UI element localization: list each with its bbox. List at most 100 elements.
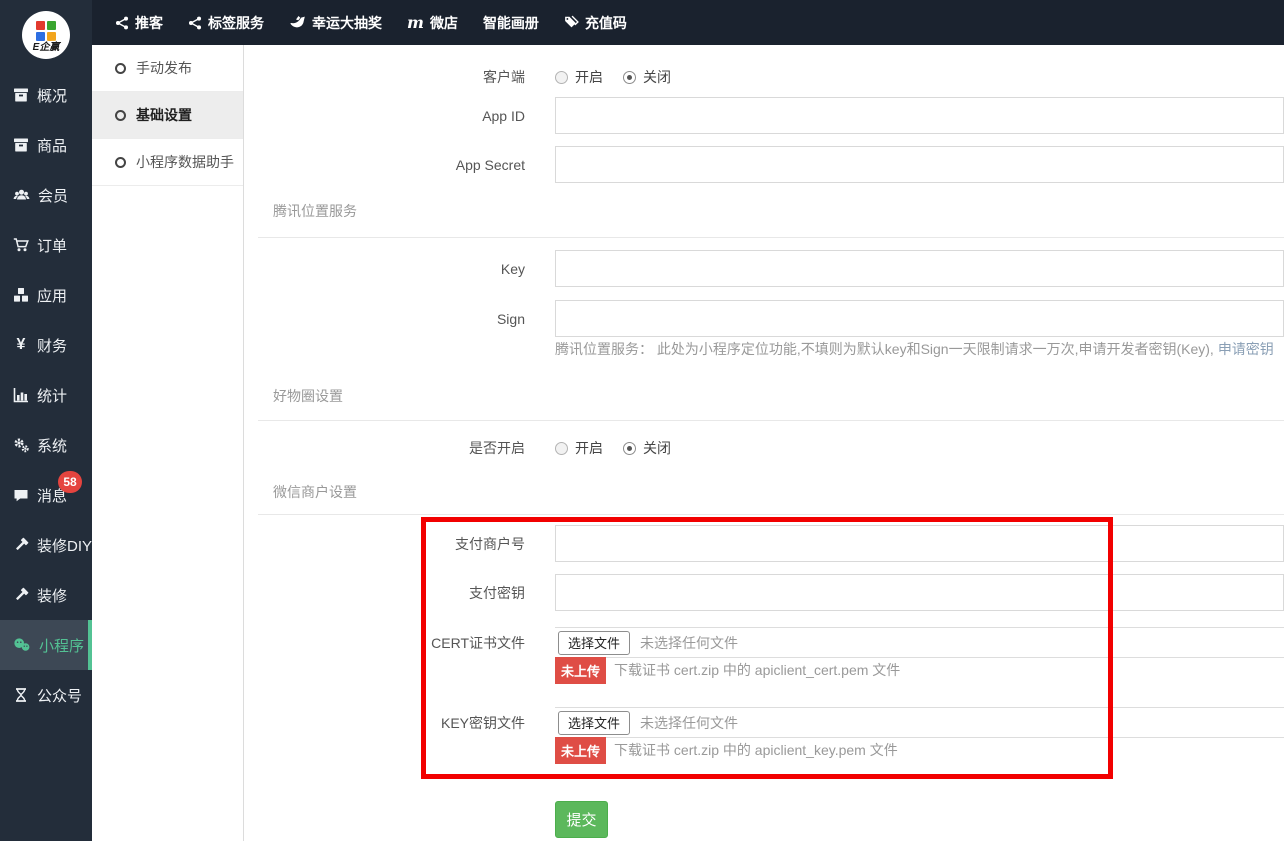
radio-checked-icon[interactable] <box>623 442 636 455</box>
sidebar-item-label: 订单 <box>37 235 67 256</box>
users-icon <box>13 187 30 203</box>
app-id-input[interactable] <box>555 97 1284 134</box>
sidebar-item-decorate[interactable]: 装修 <box>0 570 92 620</box>
cert-choose-file-button[interactable]: 选择文件 <box>558 631 630 655</box>
submenu-label: 基础设置 <box>136 105 192 125</box>
radio-unchecked-icon[interactable] <box>555 442 568 455</box>
yen-icon: ¥ <box>13 336 29 354</box>
circle-o-icon <box>115 157 126 168</box>
sign-label: Sign <box>244 311 525 327</box>
sidebar-item-label: 财务 <box>37 335 67 356</box>
enable-on-option[interactable]: 开启 <box>555 438 603 458</box>
key-download-hint: 下载证书 cert.zip 中的 apiclient_key.pem 文件 <box>614 740 898 760</box>
client-off-option[interactable]: 关闭 <box>623 67 671 87</box>
topnav-label: 幸运大抽奖 <box>312 13 382 33</box>
circle-o-icon <box>115 110 126 121</box>
sidebar-item-members[interactable]: 会员 <box>0 170 92 220</box>
sign-row: Sign <box>244 300 1284 337</box>
cart-icon <box>13 237 29 253</box>
app-logo[interactable]: E企赢 <box>0 0 92 70</box>
sidebar-item-finance[interactable]: ¥ 财务 <box>0 320 92 370</box>
logo-mark-icon: E企赢 <box>22 11 70 59</box>
gavel-icon <box>13 537 29 553</box>
sidebar-item-label: 公众号 <box>37 685 82 706</box>
topnav-item-tuike[interactable]: 推客 <box>115 13 163 33</box>
client-row: 客户端 开启 关闭 <box>244 62 1284 92</box>
sidebar-item-label: 小程序 <box>39 635 84 656</box>
message-count-badge: 58 <box>58 471 82 493</box>
topnav-label: 智能画册 <box>483 13 539 33</box>
hourglass-icon <box>13 687 29 703</box>
share-alt-icon <box>115 16 129 30</box>
circle-o-icon <box>115 63 126 74</box>
topnav-label: 微店 <box>430 13 458 33</box>
tags-icon <box>564 15 579 30</box>
gavel-icon <box>13 587 29 603</box>
cert-not-uploaded-badge: 未上传 <box>555 657 606 684</box>
settings-form: 客户端 开启 关闭 App ID App Secret 腾讯位置服务 Key S… <box>244 45 1284 841</box>
key-label: Key <box>244 261 525 277</box>
section-merchant: 微信商户设置 <box>273 482 357 502</box>
submit-button[interactable]: 提交 <box>555 801 608 838</box>
sidebar-item-label: 概况 <box>37 85 67 106</box>
client-on-option[interactable]: 开启 <box>555 67 603 87</box>
key-not-uploaded-badge: 未上传 <box>555 737 606 764</box>
sidebar-item-messages[interactable]: 消息 58 <box>0 470 92 520</box>
submenu-item-basic-settings[interactable]: 基础设置 <box>92 92 243 139</box>
topnav-item-weidian[interactable]: m 微店 <box>407 13 458 33</box>
sidebar-item-label: 装修DIY <box>37 535 92 556</box>
sidebar-item-overview[interactable]: 概况 <box>0 70 92 120</box>
key-no-file-text: 未选择任何文件 <box>640 713 738 733</box>
submenu-label: 手动发布 <box>136 58 192 78</box>
cert-no-file-text: 未选择任何文件 <box>640 633 738 653</box>
section-divider <box>258 237 1284 238</box>
weidian-m-icon: m <box>407 15 424 31</box>
share-alt-icon <box>188 16 202 30</box>
topnav-item-smart-album[interactable]: 智能画册 <box>483 13 539 33</box>
sidebar-item-apps[interactable]: 应用 <box>0 270 92 320</box>
enable-off-option[interactable]: 关闭 <box>623 438 671 458</box>
app-id-row: App ID <box>244 97 1284 134</box>
sidebar-item-system[interactable]: 系统 <box>0 420 92 470</box>
cert-file-row: CERT证书文件 选择文件 未选择任何文件 <box>244 627 1284 658</box>
cert-download-hint: 下载证书 cert.zip 中的 apiclient_cert.pem 文件 <box>614 660 900 680</box>
apply-key-link[interactable]: 申请密钥 <box>1218 339 1274 359</box>
sidebar-item-miniprogram[interactable]: 小程序 <box>0 620 92 670</box>
enable-label: 是否开启 <box>244 438 525 458</box>
section-divider <box>258 514 1284 515</box>
radio-unchecked-icon[interactable] <box>555 71 568 84</box>
topnav-item-recharge-code[interactable]: 充值码 <box>564 13 627 33</box>
sidebar: E企赢 概况 商品 会员 订单 应用 ¥ 财务 统计 系统 消息 58 装修DI… <box>0 0 92 841</box>
radio-checked-icon[interactable] <box>623 71 636 84</box>
sidebar-item-orders[interactable]: 订单 <box>0 220 92 270</box>
wechat-icon <box>13 637 31 653</box>
submenu-item-manual-publish[interactable]: 手动发布 <box>92 45 243 92</box>
key-file-label: KEY密钥文件 <box>244 713 525 733</box>
sign-input[interactable] <box>555 300 1284 337</box>
sidebar-item-official-account[interactable]: 公众号 <box>0 670 92 720</box>
sidebar-item-label: 系统 <box>37 435 67 456</box>
sidebar-item-stats[interactable]: 统计 <box>0 370 92 420</box>
sidebar-item-label: 统计 <box>37 385 67 406</box>
sidebar-item-decorate-diy[interactable]: 装修DIY <box>0 520 92 570</box>
topnav-item-tag-service[interactable]: 标签服务 <box>188 13 264 33</box>
pay-merchant-row: 支付商户号 <box>244 525 1284 562</box>
app-id-label: App ID <box>244 108 525 124</box>
bar-chart-icon <box>13 387 29 403</box>
app-secret-row: App Secret <box>244 146 1284 183</box>
client-label: 客户端 <box>244 67 525 87</box>
cert-file-label: CERT证书文件 <box>244 633 525 653</box>
enable-row: 是否开启 开启 关闭 <box>244 433 1284 463</box>
key-input[interactable] <box>555 250 1284 287</box>
key-choose-file-button[interactable]: 选择文件 <box>558 711 630 735</box>
pay-merchant-input[interactable] <box>555 525 1284 562</box>
submenu-item-data-assistant[interactable]: 小程序数据助手 <box>92 139 243 186</box>
app-secret-input[interactable] <box>555 146 1284 183</box>
topnav-item-lucky-draw[interactable]: 幸运大抽奖 <box>289 13 382 33</box>
sidebar-item-label: 商品 <box>37 135 67 156</box>
pay-secret-input[interactable] <box>555 574 1284 611</box>
goods-box-icon <box>13 137 29 153</box>
app-secret-label: App Secret <box>244 157 525 173</box>
sidebar-item-goods[interactable]: 商品 <box>0 120 92 170</box>
topnav-label: 充值码 <box>585 13 627 33</box>
